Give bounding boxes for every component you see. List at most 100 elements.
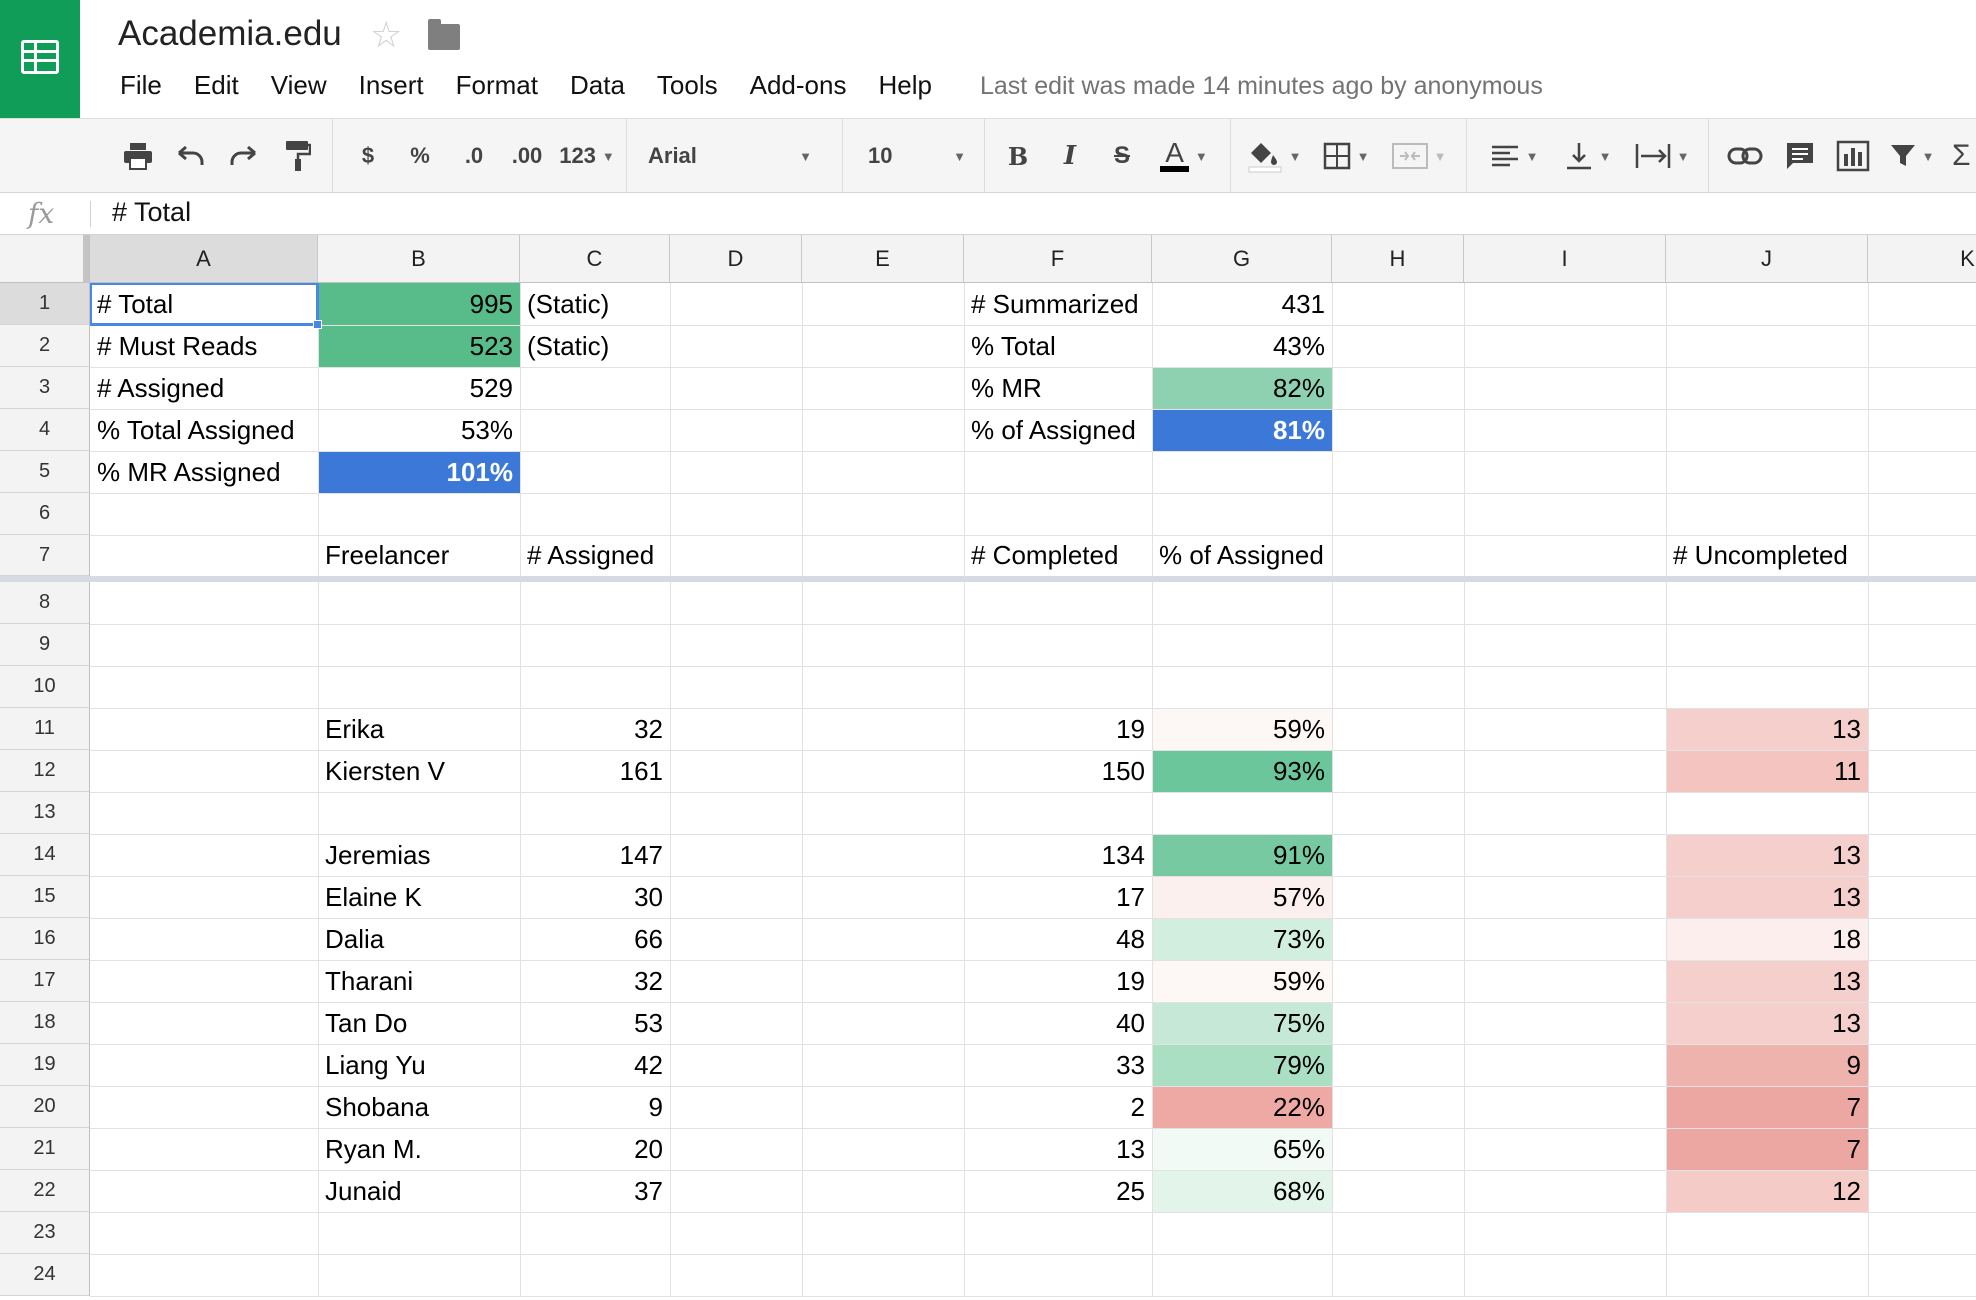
cell-g17[interactable]: 59%	[1152, 960, 1332, 1002]
cell-b2[interactable]: 523	[318, 325, 520, 367]
cell-f4[interactable]: % of Assigned	[964, 409, 1152, 451]
star-icon[interactable]: ☆	[370, 14, 402, 56]
cell-f12[interactable]: 150	[964, 750, 1152, 792]
column-header-d[interactable]: D	[670, 235, 802, 283]
cell-j15[interactable]: 13	[1666, 876, 1868, 918]
cell-g20[interactable]: 22%	[1152, 1086, 1332, 1128]
cell-b14[interactable]: Jeremias	[318, 834, 520, 876]
column-header-g[interactable]: G	[1152, 235, 1332, 283]
row-header-15[interactable]: 15	[0, 876, 90, 918]
column-header-j[interactable]: J	[1666, 235, 1868, 283]
column-header-a[interactable]: A	[90, 235, 318, 283]
cell-j7[interactable]: # Uncompleted	[1666, 535, 1868, 576]
column-header-h[interactable]: H	[1332, 235, 1464, 283]
cell-c19[interactable]: 42	[520, 1044, 670, 1086]
cell-c7[interactable]: # Assigned	[520, 535, 670, 576]
cell-f2[interactable]: % Total	[964, 325, 1152, 367]
cell-f15[interactable]: 17	[964, 876, 1152, 918]
row-header-13[interactable]: 13	[0, 792, 90, 834]
cell-g1[interactable]: 431	[1152, 283, 1332, 325]
cell-g2[interactable]: 43%	[1152, 325, 1332, 367]
cell-c17[interactable]: 32	[520, 960, 670, 1002]
insert-link-icon[interactable]	[1722, 131, 1768, 181]
cell-c22[interactable]: 37	[520, 1170, 670, 1212]
font-family-select[interactable]: Arial ▼	[640, 131, 820, 181]
cell-c21[interactable]: 20	[520, 1128, 670, 1170]
menu-help[interactable]: Help	[878, 70, 931, 106]
folder-icon[interactable]	[428, 19, 460, 50]
horizontal-align-button[interactable]: ▼	[1484, 131, 1544, 181]
row-header-7[interactable]: 7	[0, 535, 90, 576]
strikethrough-button[interactable]: S	[1104, 131, 1140, 181]
cell-j21[interactable]: 7	[1666, 1128, 1868, 1170]
more-formats-button[interactable]: 123 ▼	[556, 131, 618, 181]
text-color-button[interactable]: A ▼	[1150, 131, 1218, 181]
cell-g16[interactable]: 73%	[1152, 918, 1332, 960]
vertical-align-button[interactable]: ▼	[1558, 131, 1618, 181]
cell-f17[interactable]: 19	[964, 960, 1152, 1002]
cell-c14[interactable]: 147	[520, 834, 670, 876]
print-icon[interactable]	[118, 131, 158, 181]
row-header-3[interactable]: 3	[0, 367, 90, 409]
cell-b22[interactable]: Junaid	[318, 1170, 520, 1212]
merge-cells-button[interactable]: ▼	[1386, 131, 1452, 181]
cell-b12[interactable]: Kiersten V	[318, 750, 520, 792]
cell-f19[interactable]: 33	[964, 1044, 1152, 1086]
column-header-k[interactable]: K	[1868, 235, 1976, 283]
row-header-10[interactable]: 10	[0, 666, 90, 708]
cell-c18[interactable]: 53	[520, 1002, 670, 1044]
bold-button[interactable]: B	[1000, 131, 1036, 181]
row-header-19[interactable]: 19	[0, 1044, 90, 1086]
cell-b5[interactable]: 101%	[318, 451, 520, 493]
insert-comment-icon[interactable]	[1778, 131, 1822, 181]
cell-c2[interactable]: (Static)	[520, 325, 670, 367]
cell-g19[interactable]: 79%	[1152, 1044, 1332, 1086]
cell-j18[interactable]: 13	[1666, 1002, 1868, 1044]
cell-a2[interactable]: # Must Reads	[90, 325, 318, 367]
cell-f18[interactable]: 40	[964, 1002, 1152, 1044]
cell-f22[interactable]: 25	[964, 1170, 1152, 1212]
row-header-14[interactable]: 14	[0, 834, 90, 876]
row-header-24[interactable]: 24	[0, 1254, 90, 1296]
formula-input[interactable]: # Total	[112, 197, 191, 228]
cell-a5[interactable]: % MR Assigned	[90, 451, 318, 493]
row-header-17[interactable]: 17	[0, 960, 90, 1002]
cell-a1[interactable]: # Total	[90, 283, 318, 325]
row-header-16[interactable]: 16	[0, 918, 90, 960]
cell-b15[interactable]: Elaine K	[318, 876, 520, 918]
insert-chart-icon[interactable]	[1830, 131, 1876, 181]
fill-color-button[interactable]: ▼	[1244, 131, 1304, 181]
cell-g12[interactable]: 93%	[1152, 750, 1332, 792]
cell-f3[interactable]: % MR	[964, 367, 1152, 409]
cell-b16[interactable]: Dalia	[318, 918, 520, 960]
currency-format-button[interactable]: $	[350, 131, 386, 181]
cell-c16[interactable]: 66	[520, 918, 670, 960]
row-header-6[interactable]: 6	[0, 493, 90, 535]
row-header-4[interactable]: 4	[0, 409, 90, 451]
menu-file[interactable]: File	[120, 70, 162, 106]
cell-g22[interactable]: 68%	[1152, 1170, 1332, 1212]
row-header-22[interactable]: 22	[0, 1170, 90, 1212]
functions-icon[interactable]: Σ	[1952, 131, 1976, 181]
decrease-decimal-button[interactable]: .0	[452, 131, 496, 181]
filter-button[interactable]: ▼	[1884, 131, 1940, 181]
cell-a3[interactable]: # Assigned	[90, 367, 318, 409]
cell-a4[interactable]: % Total Assigned	[90, 409, 318, 451]
cell-area[interactable]: # Total 995 (Static) # Summarized 431 # Must …	[0, 235, 1976, 1300]
row-header-20[interactable]: 20	[0, 1086, 90, 1128]
cell-f16[interactable]: 48	[964, 918, 1152, 960]
cell-g18[interactable]: 75%	[1152, 1002, 1332, 1044]
cell-f7[interactable]: # Completed	[964, 535, 1152, 576]
fill-handle[interactable]	[313, 320, 322, 329]
cell-j11[interactable]: 13	[1666, 708, 1868, 750]
cell-g11[interactable]: 59%	[1152, 708, 1332, 750]
cell-j19[interactable]: 9	[1666, 1044, 1868, 1086]
cell-b11[interactable]: Erika	[318, 708, 520, 750]
cell-c12[interactable]: 161	[520, 750, 670, 792]
row-header-5[interactable]: 5	[0, 451, 90, 493]
cell-g21[interactable]: 65%	[1152, 1128, 1332, 1170]
row-header-23[interactable]: 23	[0, 1212, 90, 1254]
row-header-2[interactable]: 2	[0, 325, 90, 367]
row-header-8[interactable]: 8	[0, 582, 90, 624]
cell-j22[interactable]: 12	[1666, 1170, 1868, 1212]
